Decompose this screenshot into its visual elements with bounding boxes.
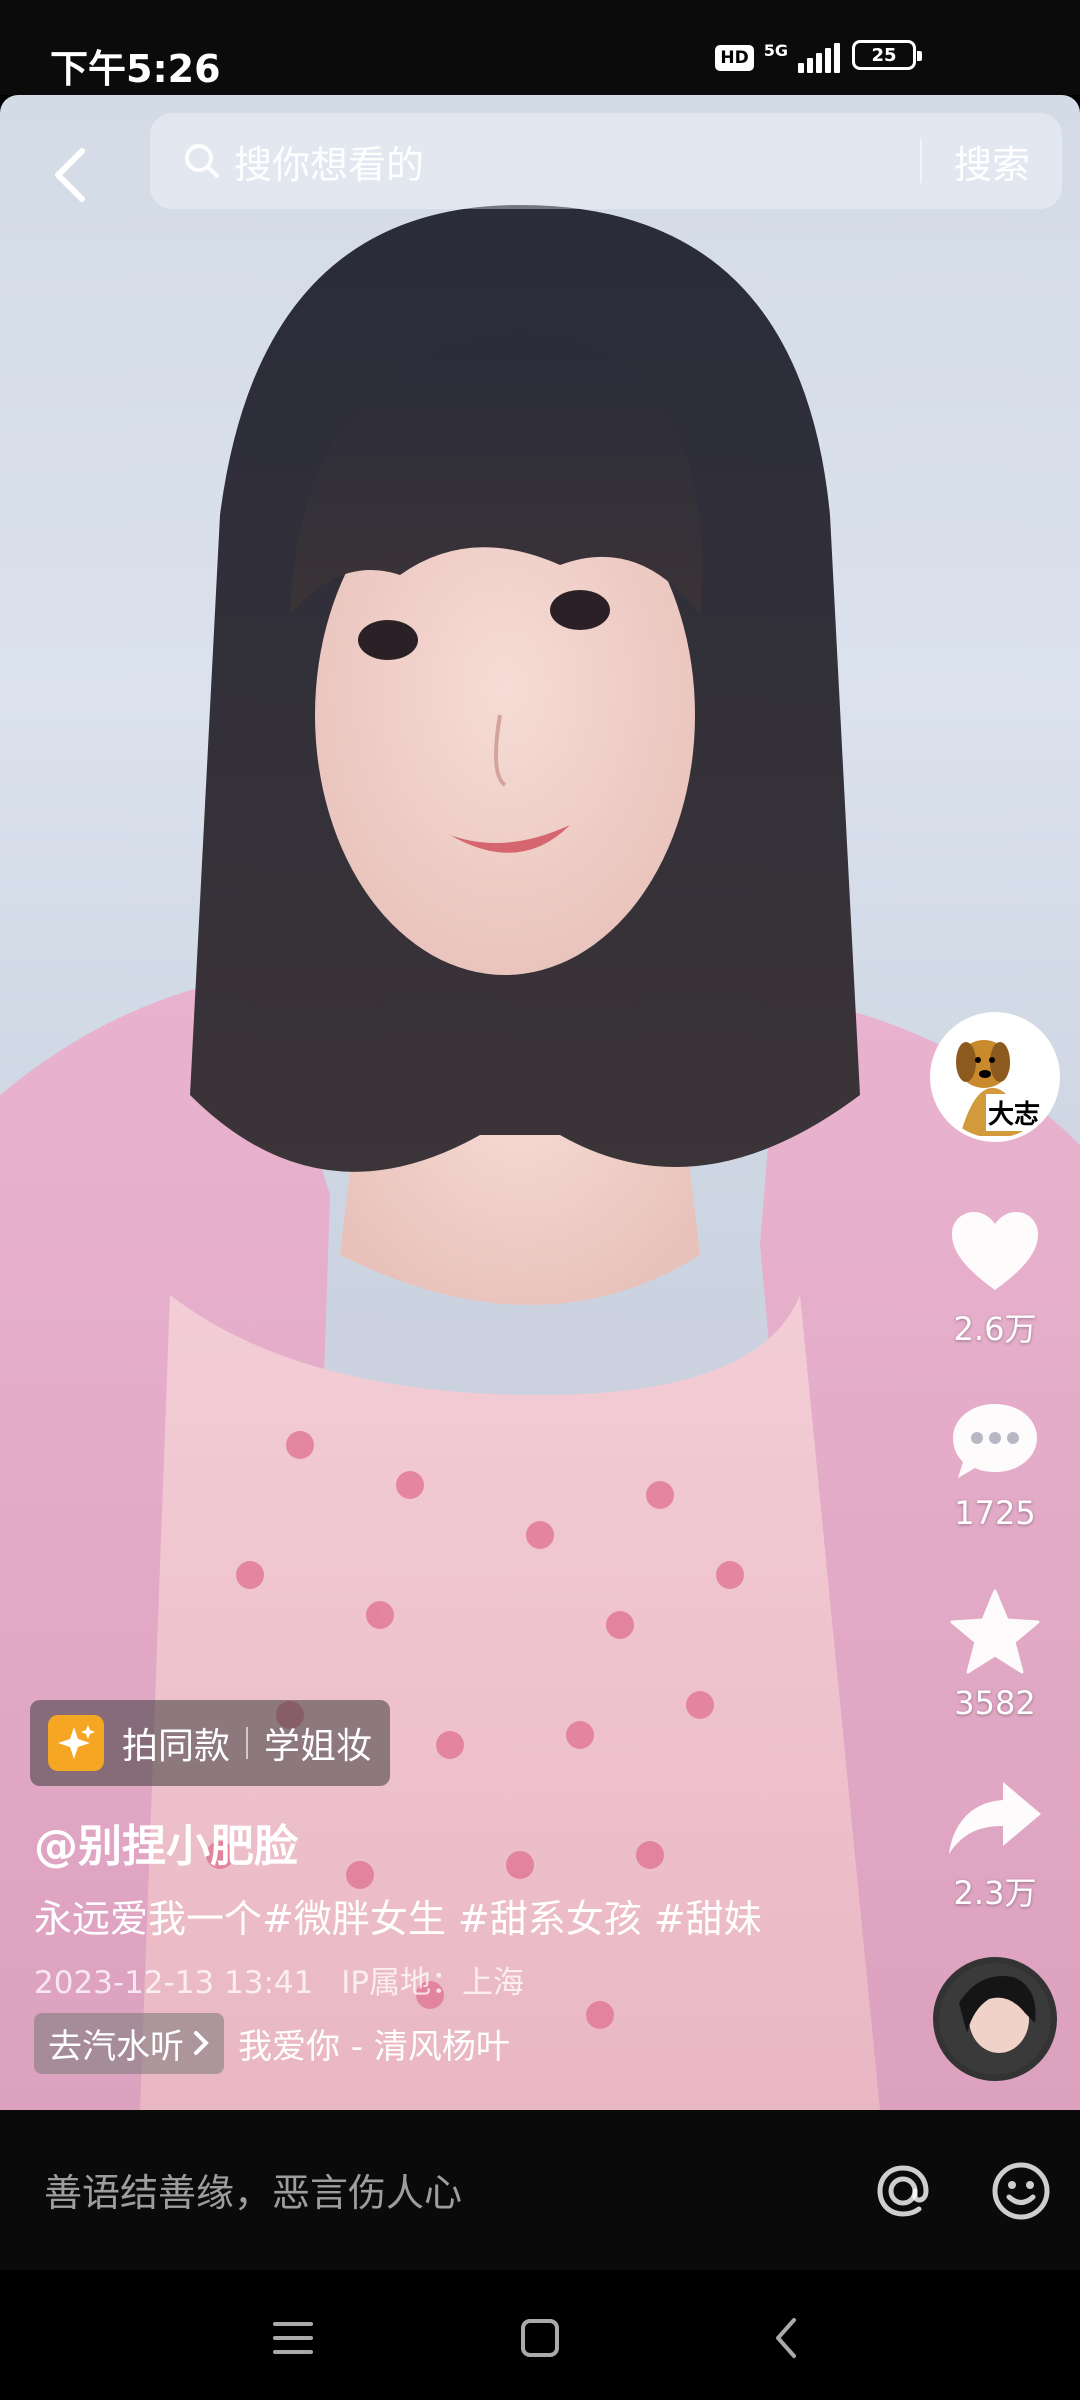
battery-level: 25 bbox=[871, 44, 897, 66]
comment-button[interactable]: 1725 bbox=[925, 1400, 1065, 1532]
signal-icon bbox=[798, 43, 840, 73]
author-avatar[interactable]: 大志 bbox=[930, 1012, 1060, 1142]
emoji-icon[interactable] bbox=[988, 2158, 1054, 2224]
comment-count: 1725 bbox=[954, 1494, 1036, 1532]
video-player[interactable]: 搜你想看的 搜索 大志 2.6万 1725 3582 2.3万 拍同款 学姐妆 … bbox=[0, 95, 1080, 2110]
comment-icon bbox=[953, 1404, 1037, 1478]
system-nav-bar bbox=[0, 2270, 1080, 2400]
chevron-right-icon bbox=[194, 2031, 209, 2055]
search-bar[interactable]: 搜你想看的 搜索 bbox=[150, 113, 1062, 209]
avatar-label: 大志 bbox=[986, 1094, 1043, 1131]
at-mention-icon[interactable] bbox=[870, 2158, 936, 2224]
status-time: 下午5:26 bbox=[50, 47, 221, 91]
home-icon[interactable] bbox=[510, 2308, 570, 2368]
favorite-count: 3582 bbox=[954, 1684, 1036, 1722]
comment-input[interactable]: 善语结善缘，恶言伤人心 bbox=[44, 2162, 462, 2217]
sparkle-icon bbox=[48, 1715, 104, 1771]
like-count: 2.6万 bbox=[953, 1310, 1037, 1348]
shoot-same-chip[interactable]: 拍同款 学姐妆 bbox=[30, 1700, 391, 1786]
share-button[interactable]: 2.3万 bbox=[925, 1778, 1065, 1914]
post-timestamp: 2023-12-13 13:41 bbox=[34, 1965, 314, 2001]
hd-badge: HD bbox=[715, 45, 754, 71]
music-disc[interactable] bbox=[933, 1957, 1057, 2081]
status-bar: 下午5:26 HD 5G 25 bbox=[0, 0, 1080, 95]
comment-bar: 善语结善缘，恶言伤人心 bbox=[0, 2110, 1080, 2270]
ip-location: IP属地：上海 bbox=[341, 1965, 525, 2001]
search-button[interactable]: 搜索 bbox=[922, 134, 1062, 189]
template-tag: 学姐妆 bbox=[264, 1726, 373, 1767]
heart-icon bbox=[952, 1212, 1038, 1290]
status-indicators: HD 5G 25 bbox=[715, 38, 922, 78]
post-caption[interactable]: 永远爱我一个#微胖女生 #甜系女孩 #甜妹 bbox=[34, 1888, 762, 1943]
music-cover-image bbox=[939, 1963, 1051, 2075]
listen-label: 去汽水听 bbox=[48, 2026, 184, 2067]
share-count: 2.3万 bbox=[953, 1874, 1037, 1912]
video-frame bbox=[0, 205, 1080, 2110]
star-icon bbox=[950, 1589, 1040, 1674]
share-arrow-icon bbox=[949, 1782, 1041, 1854]
like-button[interactable]: 2.6万 bbox=[925, 1210, 1065, 1350]
search-input[interactable]: 搜你想看的 bbox=[234, 134, 920, 189]
back-button[interactable] bbox=[40, 130, 100, 220]
search-icon bbox=[185, 144, 219, 178]
listen-on-qishui-button[interactable]: 去汽水听 bbox=[34, 2012, 224, 2074]
post-meta: 2023-12-13 13:41 IP属地：上海 bbox=[34, 1957, 524, 2002]
music-row: 去汽水听 我爱你 - 清风杨叶 bbox=[34, 2012, 510, 2074]
chevron-left-icon bbox=[55, 148, 85, 202]
back-nav-icon[interactable] bbox=[758, 2308, 818, 2368]
author-name[interactable]: @别捏小肥脸 bbox=[34, 1810, 298, 1874]
chip-divider bbox=[246, 1727, 249, 1759]
battery-icon: 25 bbox=[852, 40, 922, 70]
shoot-same-label: 拍同款 bbox=[122, 1726, 231, 1767]
network-label: 5G bbox=[763, 40, 788, 60]
music-title[interactable]: 我爱你 - 清风杨叶 bbox=[238, 2019, 510, 2068]
menu-icon[interactable] bbox=[263, 2308, 323, 2368]
favorite-button[interactable]: 3582 bbox=[925, 1588, 1065, 1722]
